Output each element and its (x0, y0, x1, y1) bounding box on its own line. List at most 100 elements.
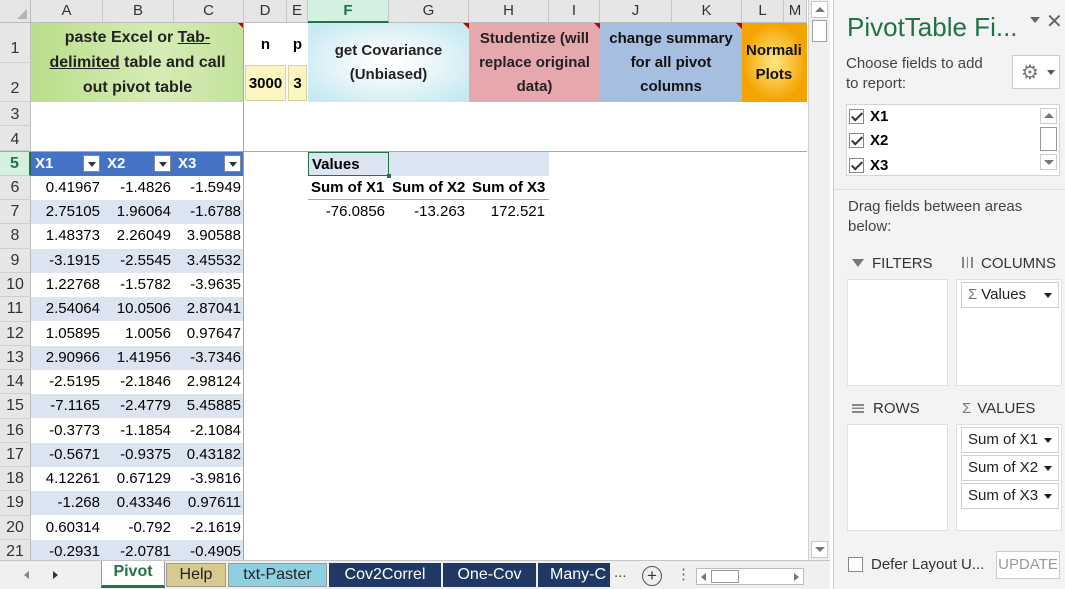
table-header-x1[interactable]: X1 (31, 152, 103, 176)
row-header-1[interactable]: 1 (0, 23, 31, 63)
column-header-m[interactable]: M (784, 0, 807, 23)
row-header-21[interactable]: 21 (0, 540, 31, 560)
columns-field-values[interactable]: Σ Values (961, 282, 1059, 308)
column-header-b[interactable]: B (103, 0, 174, 23)
table-cell[interactable]: 2.26049 (103, 224, 174, 248)
column-header-c[interactable]: C (174, 0, 244, 23)
table-cell[interactable]: 2.90966 (31, 346, 103, 370)
row-header-7[interactable]: 7 (0, 200, 31, 224)
tools-dropdown[interactable]: ⚙ (1012, 55, 1060, 89)
columns-drop-area[interactable]: Σ Values (956, 279, 1062, 386)
tab-scroll-right-icon[interactable] (53, 571, 58, 579)
pivot-values-label[interactable]: Values (308, 152, 389, 176)
table-cell[interactable]: 0.97647 (174, 322, 244, 346)
pivot-value-cell[interactable]: -13.263 (389, 200, 469, 224)
table-cell[interactable]: -1.4826 (103, 176, 174, 200)
table-cell[interactable]: -0.9375 (103, 443, 174, 467)
column-header-j[interactable]: J (600, 0, 672, 23)
table-cell[interactable]: 0.41967 (31, 176, 103, 200)
caret-down-icon[interactable] (1044, 293, 1052, 298)
values-drop-area[interactable]: Sum of X1 Sum of X2 Sum of X3 (956, 424, 1062, 531)
checkbox-checked-icon[interactable] (849, 109, 864, 124)
row-header-19[interactable]: 19 (0, 491, 31, 516)
row-header-10[interactable]: 10 (0, 273, 31, 297)
table-cell[interactable]: 1.22768 (31, 273, 103, 297)
row-header-5[interactable]: 5 (0, 151, 31, 176)
sheet-tab-one-cov[interactable]: One-Cov (443, 563, 536, 587)
table-cell[interactable]: 1.05895 (31, 322, 103, 346)
caret-down-icon[interactable] (1044, 438, 1052, 443)
pane-options-icon[interactable] (1030, 17, 1040, 23)
table-cell[interactable]: -0.5671 (31, 443, 103, 467)
change-summary-button[interactable]: change summary for all pivot columns (600, 23, 742, 102)
row-header-15[interactable]: 15 (0, 394, 31, 419)
table-cell[interactable]: 1.96064 (103, 200, 174, 224)
p-value[interactable]: 3 (288, 65, 307, 101)
horizontal-scrollbar[interactable] (696, 568, 804, 585)
row-header-12[interactable]: 12 (0, 322, 31, 346)
field-item-x1[interactable]: X1 (849, 106, 888, 128)
table-cell[interactable]: -1.6788 (174, 200, 244, 224)
worksheet-grid[interactable]: A B C D E F G H I J K L M 1 2 3 4 5 6 7 … (0, 0, 807, 560)
table-cell[interactable]: 0.67129 (103, 467, 174, 491)
pivot-value-cell[interactable]: -76.0856 (308, 200, 389, 224)
filter-dropdown-icon[interactable] (224, 155, 241, 172)
horizontal-scroll-thumb[interactable] (711, 570, 739, 583)
fill-handle[interactable] (387, 174, 391, 178)
table-cell[interactable]: -3.7346 (174, 346, 244, 370)
field-list-scroll-thumb[interactable] (1040, 127, 1057, 151)
sheet-tab-txt-paster[interactable]: txt-Paster (228, 563, 327, 587)
field-item-x2[interactable]: X2 (849, 130, 888, 152)
table-cell[interactable]: 0.97611 (174, 491, 244, 515)
scroll-left-icon[interactable] (701, 573, 706, 581)
caret-down-icon[interactable] (1044, 494, 1052, 499)
table-cell[interactable]: 0.43182 (174, 443, 244, 467)
column-header-k[interactable]: K (672, 0, 742, 23)
pivot-col-header[interactable]: Sum of X1 (308, 176, 389, 200)
table-cell[interactable]: -1.5949 (174, 176, 244, 200)
table-cell[interactable]: -1.5782 (103, 273, 174, 297)
table-cell[interactable]: -0.4905 (174, 540, 244, 560)
normality-plots-button[interactable]: Normali Plots (742, 23, 807, 102)
row-header-16[interactable]: 16 (0, 419, 31, 443)
filter-dropdown-icon[interactable] (83, 155, 100, 172)
table-cell[interactable]: -7.1165 (31, 394, 103, 418)
table-cell[interactable]: 2.87041 (174, 297, 244, 321)
row-header-11[interactable]: 11 (0, 297, 31, 322)
column-header-h[interactable]: H (469, 0, 549, 23)
table-cell[interactable]: 1.0056 (103, 322, 174, 346)
checkbox-checked-icon[interactable] (849, 133, 864, 148)
table-cell[interactable]: 2.54064 (31, 297, 103, 321)
vertical-scrollbar[interactable] (808, 0, 830, 560)
close-icon[interactable]: ✕ (1046, 9, 1063, 34)
row-header-14[interactable]: 14 (0, 370, 31, 394)
row-header-9[interactable]: 9 (0, 249, 31, 273)
row-header-3[interactable]: 3 (0, 102, 31, 126)
field-list-scrollbar[interactable] (1040, 106, 1058, 174)
select-all-corner[interactable] (0, 0, 31, 23)
column-header-d[interactable]: D (244, 0, 287, 23)
table-header-x2[interactable]: X2 (103, 152, 174, 176)
table-cell[interactable]: -3.9816 (174, 467, 244, 491)
tab-scroll-left-icon[interactable] (24, 571, 29, 579)
filter-dropdown-icon[interactable] (154, 155, 171, 172)
table-cell[interactable]: 0.43346 (103, 491, 174, 515)
get-covariance-button[interactable]: get Covariance (Unbiased) (308, 23, 469, 102)
table-cell[interactable]: 4.12261 (31, 467, 103, 491)
scroll-down-button[interactable] (811, 541, 828, 558)
rows-drop-area[interactable] (847, 424, 948, 531)
column-header-g[interactable]: G (389, 0, 469, 23)
field-item-x3[interactable]: X3 (849, 155, 888, 177)
add-sheet-icon[interactable]: + (642, 566, 662, 586)
sheet-tab-help[interactable]: Help (166, 563, 226, 587)
n-value[interactable]: 3000 (245, 65, 286, 101)
row-header-6[interactable]: 6 (0, 176, 31, 200)
row-header-2[interactable]: 2 (0, 63, 31, 102)
sheet-tab-many-c[interactable]: Many-C (538, 563, 610, 587)
row-header-8[interactable]: 8 (0, 224, 31, 249)
table-cell[interactable]: -1.268 (31, 491, 103, 515)
row-header-17[interactable]: 17 (0, 443, 31, 467)
table-cell[interactable]: -3.1915 (31, 249, 103, 273)
column-header-f[interactable]: F (308, 0, 389, 23)
table-cell[interactable]: -3.9635 (174, 273, 244, 297)
